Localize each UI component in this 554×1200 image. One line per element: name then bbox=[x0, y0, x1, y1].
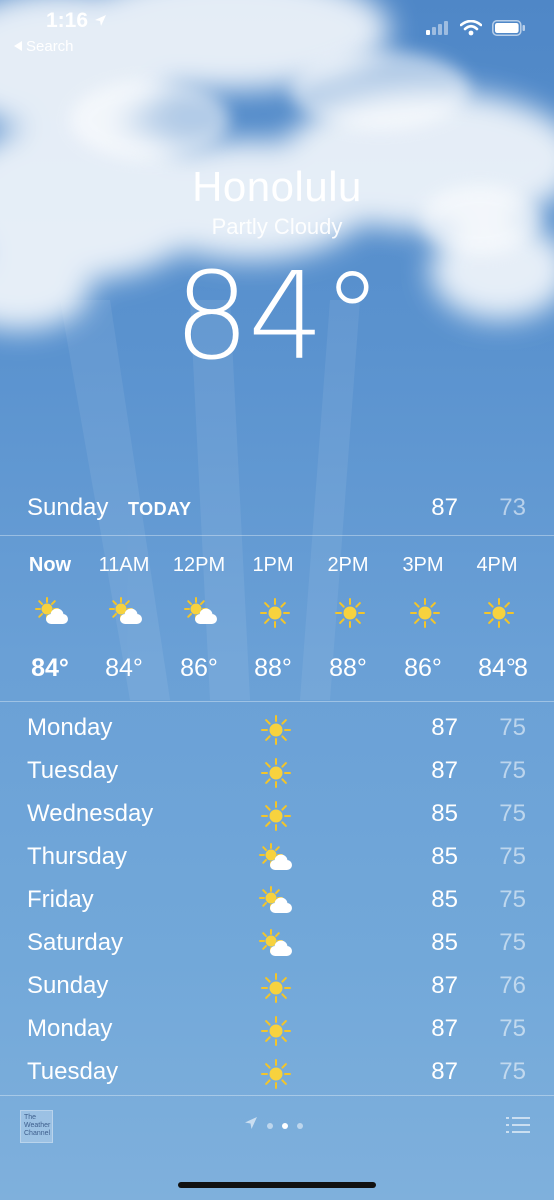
weather-condition: Partly Cloudy bbox=[211, 214, 343, 239]
day-low: 75 bbox=[499, 929, 526, 956]
page-dot bbox=[297, 1122, 303, 1129]
sun-icon bbox=[259, 799, 293, 833]
hourly-forecast[interactable]: Now 84° 11AM 84° 12PM 86° 1PM 88° 2PM 88… bbox=[0, 540, 554, 702]
sun-icon bbox=[333, 596, 367, 630]
battery-icon bbox=[492, 20, 526, 41]
hour-temp: 86° bbox=[180, 654, 218, 682]
day-name: Tuesday bbox=[27, 1058, 119, 1085]
day-low: 75 bbox=[499, 757, 526, 784]
hour-label: 1PM bbox=[252, 554, 294, 576]
day-low: 75 bbox=[499, 800, 526, 827]
daily-row: Sunday 87 76 bbox=[0, 966, 554, 1009]
day-high: 85 bbox=[431, 886, 458, 913]
partly-cloudy-icon bbox=[259, 885, 293, 919]
day-high: 85 bbox=[431, 800, 458, 827]
daily-row: Tuesday 87 75 bbox=[0, 751, 554, 794]
day-name: Saturday bbox=[27, 929, 124, 956]
daily-forecast[interactable]: Monday 87 75 Tuesday 87 75 Wednesday 85 … bbox=[0, 708, 554, 1095]
day-low: 75 bbox=[499, 886, 526, 913]
clock-time: 1:16 bbox=[46, 9, 89, 32]
city-list-icon[interactable] bbox=[506, 1116, 530, 1139]
sun-icon bbox=[259, 713, 293, 747]
status-icons bbox=[426, 19, 526, 41]
day-low: 76 bbox=[499, 972, 526, 999]
sun-icon bbox=[408, 596, 442, 630]
weather-channel-logo-text: The Weather Channel bbox=[24, 1114, 51, 1137]
daily-row: Thursday 85 75 bbox=[0, 837, 554, 880]
partly-cloudy-icon bbox=[184, 596, 218, 630]
page-dot bbox=[267, 1122, 273, 1129]
day-high: 87 bbox=[431, 1015, 458, 1042]
day-name: Thursday bbox=[27, 843, 128, 870]
location-arrow-icon bbox=[94, 9, 107, 33]
wifi-icon bbox=[459, 19, 483, 41]
city-name: Honolulu bbox=[192, 163, 362, 210]
daily-row: Friday 85 75 bbox=[0, 880, 554, 923]
partly-cloudy-icon bbox=[259, 842, 293, 876]
hour-temp: 84° bbox=[31, 654, 69, 682]
hour-label: 12PM bbox=[172, 554, 226, 576]
clock: 1:16 bbox=[46, 9, 107, 33]
day-high: 85 bbox=[431, 929, 458, 956]
partly-cloudy-icon bbox=[109, 596, 143, 630]
location-arrow-icon bbox=[244, 1116, 258, 1135]
back-label: Search bbox=[26, 38, 74, 55]
sun-icon bbox=[259, 971, 293, 1005]
sun-icon bbox=[259, 756, 293, 790]
day-low: 75 bbox=[499, 843, 526, 870]
daily-row: Monday 87 75 bbox=[0, 1009, 554, 1052]
hour-label: 4PM bbox=[476, 554, 518, 576]
today-high: 87 bbox=[431, 494, 458, 521]
day-name: Wednesday bbox=[27, 800, 154, 827]
daily-row: Monday 87 75 bbox=[0, 708, 554, 751]
current-temperature: 84° bbox=[173, 248, 383, 387]
day-name: Monday bbox=[27, 1015, 113, 1042]
today-low: 73 bbox=[499, 494, 526, 521]
sun-icon bbox=[259, 1057, 293, 1091]
hour-label: 11AM bbox=[98, 554, 150, 576]
hour-label: 2PM bbox=[327, 554, 369, 576]
day-name: Friday bbox=[27, 886, 94, 913]
day-low: 75 bbox=[499, 1015, 526, 1042]
daily-row: Wednesday 85 75 bbox=[0, 794, 554, 837]
day-name: Tuesday bbox=[27, 757, 119, 784]
today-label: TODAY bbox=[128, 499, 192, 519]
hour-temp: 86° bbox=[404, 654, 442, 682]
sun-icon bbox=[259, 1014, 293, 1048]
day-high: 87 bbox=[431, 714, 458, 741]
weather-channel-logo[interactable]: The Weather Channel bbox=[20, 1110, 53, 1143]
daily-row: Saturday 85 75 bbox=[0, 923, 554, 966]
day-name: Monday bbox=[27, 714, 113, 741]
hour-temp: 8 bbox=[514, 654, 528, 682]
page-indicator[interactable] bbox=[244, 1116, 303, 1135]
hour-label: Now bbox=[28, 554, 72, 576]
signal-icon bbox=[426, 21, 450, 40]
sun-icon bbox=[482, 596, 516, 630]
daily-row: Tuesday 87 75 bbox=[0, 1052, 554, 1095]
today-day: Sunday bbox=[27, 494, 109, 521]
hour-label: 3PM bbox=[402, 554, 444, 576]
day-low: 75 bbox=[499, 1058, 526, 1085]
back-to-search-button[interactable]: Search bbox=[14, 38, 74, 55]
day-high: 87 bbox=[431, 972, 458, 999]
status-bar: 1:16 Search bbox=[0, 0, 554, 70]
day-high: 87 bbox=[431, 757, 458, 784]
day-low: 75 bbox=[499, 714, 526, 741]
footer-toolbar: The Weather Channel bbox=[0, 1095, 554, 1200]
today-summary: Sunday TODAY 87 73 bbox=[0, 486, 554, 536]
day-high: 87 bbox=[431, 1058, 458, 1085]
home-indicator[interactable] bbox=[178, 1182, 376, 1188]
page-dot-active bbox=[282, 1122, 288, 1129]
partly-cloudy-icon bbox=[35, 596, 69, 630]
day-high: 85 bbox=[431, 843, 458, 870]
hour-temp: 88° bbox=[254, 654, 292, 682]
back-arrow-icon bbox=[14, 38, 22, 55]
partly-cloudy-icon bbox=[259, 928, 293, 962]
hour-temp: 88° bbox=[329, 654, 367, 682]
sun-icon bbox=[258, 596, 292, 630]
hour-temp: 84° bbox=[105, 654, 143, 682]
day-name: Sunday bbox=[27, 972, 109, 999]
